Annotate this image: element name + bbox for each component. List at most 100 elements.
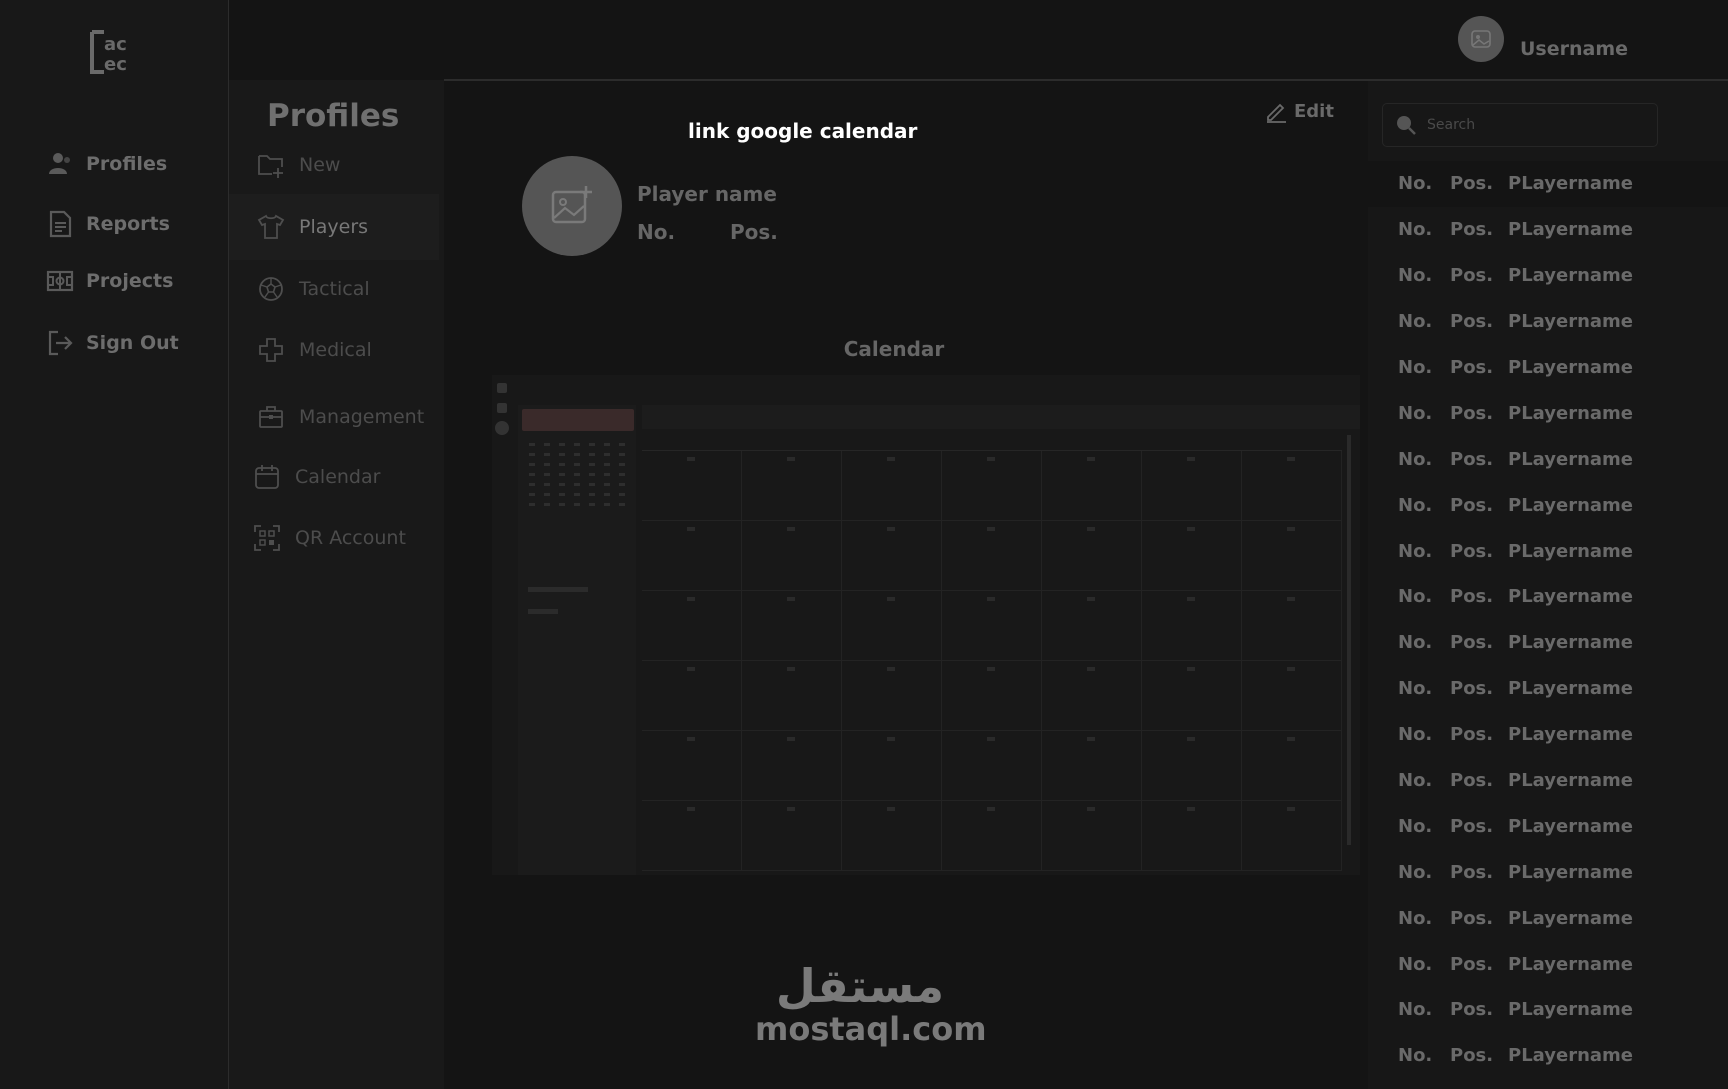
- roster-row[interactable]: No. Pos. PLayername: [1368, 758, 1728, 804]
- left-nav: ac ec Profiles Reports Projects Sign Out: [0, 0, 229, 1089]
- nav-item-sign-out[interactable]: Sign Out: [46, 329, 179, 357]
- rail-icon: [497, 403, 507, 413]
- roster-player-name: PLayername: [1508, 357, 1633, 378]
- roster-row[interactable]: No. Pos. PLayername: [1368, 390, 1728, 436]
- calendar-toolbar: [642, 405, 1360, 429]
- user-avatar[interactable]: [1458, 16, 1504, 62]
- roster-row[interactable]: No. Pos. PLayername: [1368, 620, 1728, 666]
- shirt-icon: [257, 214, 285, 239]
- calendar-primary-button[interactable]: [522, 409, 634, 431]
- roster-position: Pos.: [1450, 357, 1494, 378]
- roster-number: No.: [1398, 265, 1433, 287]
- roster-row[interactable]: No. Pos. PLayername: [1368, 895, 1728, 941]
- roster-row[interactable]: No. Pos. PLayername: [1368, 574, 1728, 620]
- search-icon: [1397, 116, 1416, 135]
- username[interactable]: Username: [1520, 38, 1628, 60]
- roster-player-name: PLayername: [1508, 219, 1633, 241]
- pencil-icon: [1267, 103, 1286, 123]
- roster-row[interactable]: No. Pos. PLayername: [1368, 941, 1728, 987]
- roster-player-name: PLayername: [1508, 907, 1633, 929]
- roster-number: No.: [1398, 173, 1433, 195]
- roster-row[interactable]: No. Pos. PLayername: [1368, 207, 1728, 253]
- calendar-sidebar: [518, 405, 636, 875]
- roster-number: No.: [1398, 907, 1433, 929]
- link-google-calendar[interactable]: link google calendar: [688, 119, 917, 143]
- roster-number: No.: [1398, 494, 1433, 516]
- roster-player-name: PLayername: [1508, 678, 1633, 700]
- roster-player-name: PLayername: [1508, 311, 1633, 333]
- submenu-item-players[interactable]: Players: [229, 194, 439, 260]
- player-name: Player name: [637, 182, 777, 206]
- roster-row[interactable]: No. Pos. PLayername: [1368, 803, 1728, 849]
- nav-item-profiles[interactable]: Profiles: [46, 150, 167, 178]
- submenu-item-label: Calendar: [295, 466, 381, 488]
- roster-position: Pos.: [1450, 632, 1494, 654]
- roster-position: Pos.: [1450, 402, 1494, 424]
- roster-number: No.: [1398, 724, 1433, 746]
- roster-player-name: PLayername: [1508, 1045, 1633, 1067]
- roster-row[interactable]: No. Pos. PLayername: [1368, 299, 1728, 345]
- roster-player-name: PLayername: [1508, 265, 1633, 287]
- roster-number: No.: [1398, 815, 1433, 837]
- submenu-item-tactical[interactable]: Tactical: [229, 256, 439, 322]
- roster-player-name: PLayername: [1508, 586, 1633, 608]
- submenu-item-label: Medical: [299, 339, 372, 361]
- roster-position: Pos.: [1450, 265, 1494, 287]
- calendar-scrollbar[interactable]: [1347, 435, 1351, 845]
- medical-cross-icon: [259, 338, 283, 362]
- roster-position: Pos.: [1450, 219, 1494, 241]
- mini-month-grid: [524, 443, 630, 506]
- roster-player-name: PLayername: [1508, 173, 1633, 195]
- roster-row[interactable]: No. Pos. PLayername: [1368, 528, 1728, 574]
- roster-row[interactable]: No. Pos. PLayername: [1368, 712, 1728, 758]
- roster-row[interactable]: No. Pos. PLayername: [1368, 482, 1728, 528]
- roster-list: No. Pos. PLayername No. Pos. PLayername No. Pos…: [1368, 161, 1728, 1079]
- watermark-arabic: مستقل: [775, 959, 945, 1013]
- submenu-item-medical[interactable]: Medical: [229, 317, 439, 383]
- search-box[interactable]: [1382, 103, 1658, 147]
- search-input[interactable]: [1427, 117, 1627, 133]
- nav-item-label: Reports: [86, 213, 170, 235]
- nav-item-projects[interactable]: Projects: [46, 267, 173, 295]
- player-number-label: No.: [637, 220, 676, 244]
- watermark-latin: mostaql.com: [755, 1010, 987, 1048]
- main-content: link google calendar Edit Player name No…: [444, 81, 1368, 1089]
- calendar-list-item: [528, 587, 588, 592]
- roster-position: Pos.: [1450, 540, 1494, 562]
- roster-number: No.: [1398, 311, 1433, 333]
- roster-player-name: PLayername: [1508, 861, 1633, 883]
- roster-row[interactable]: No. Pos. PLayername: [1368, 345, 1728, 391]
- roster-number: No.: [1398, 999, 1433, 1021]
- roster-player-name: PLayername: [1508, 540, 1633, 562]
- roster-player-name: PLayername: [1508, 448, 1633, 470]
- roster-position: Pos.: [1450, 311, 1494, 333]
- app-logo[interactable]: ac ec: [90, 30, 136, 74]
- submenu-item-calendar[interactable]: Calendar: [229, 444, 439, 510]
- submenu-item-new[interactable]: New: [229, 132, 439, 198]
- roster-row[interactable]: No. Pos. PLayername: [1368, 436, 1728, 482]
- image-placeholder-icon: [1471, 30, 1491, 48]
- profiles-submenu: Profiles New Players Tactical Medical Ma…: [229, 80, 444, 1089]
- calendar-weekday-header: [642, 433, 1342, 451]
- nav-item-reports[interactable]: Reports: [46, 210, 170, 238]
- roster-row[interactable]: No. Pos. PLayername: [1368, 161, 1728, 207]
- watermark: مستقل mostaql.com: [755, 959, 987, 1048]
- calendar-embed[interactable]: [492, 375, 1360, 875]
- roster-number: No.: [1398, 448, 1433, 470]
- roster-row[interactable]: No. Pos. PLayername: [1368, 987, 1728, 1033]
- roster-row[interactable]: No. Pos. PLayername: [1368, 253, 1728, 299]
- submenu-item-qr-account[interactable]: QR Account: [229, 505, 439, 571]
- edit-button[interactable]: Edit: [1264, 99, 1334, 123]
- roster-row[interactable]: No. Pos. PLayername: [1368, 666, 1728, 712]
- roster-player-name: PLayername: [1508, 724, 1633, 746]
- roster-row[interactable]: No. Pos. PLayername: [1368, 1033, 1728, 1079]
- rail-icon: [495, 421, 509, 435]
- player-photo-placeholder[interactable]: [522, 156, 622, 256]
- roster-row[interactable]: No. Pos. PLayername: [1368, 849, 1728, 895]
- submenu-title: Profiles: [267, 98, 400, 134]
- roster-number: No.: [1398, 402, 1433, 424]
- roster-number: No.: [1398, 861, 1433, 883]
- submenu-item-management[interactable]: Management: [229, 384, 439, 450]
- roster-number: No.: [1398, 586, 1433, 608]
- nav-item-label: Profiles: [86, 153, 168, 175]
